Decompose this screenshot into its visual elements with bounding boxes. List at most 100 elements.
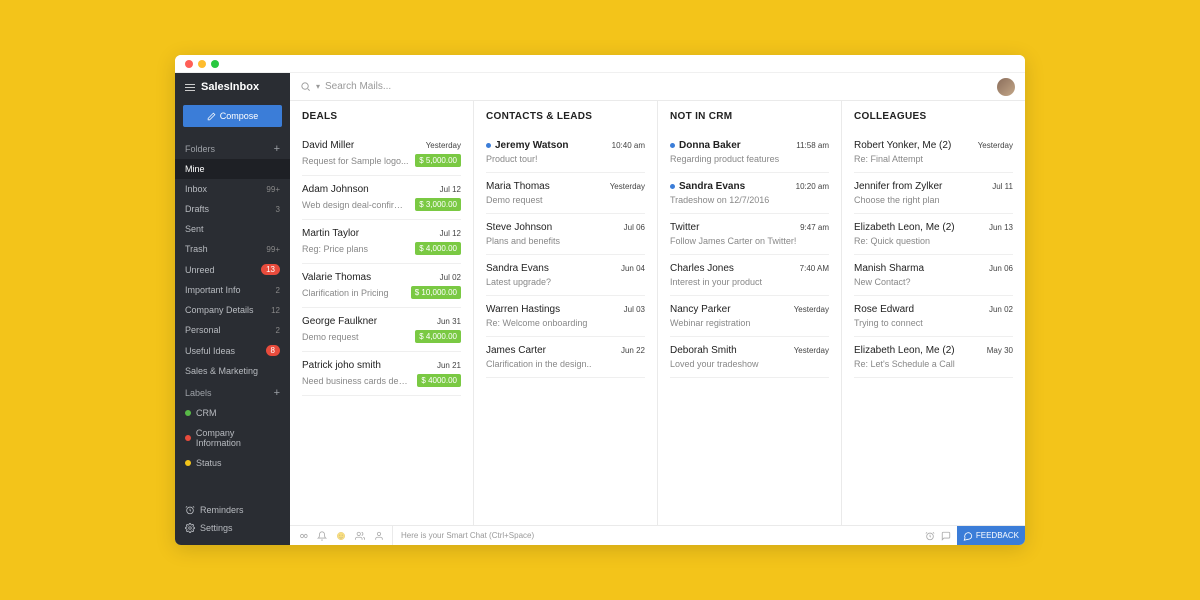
mail-card[interactable]: Nancy ParkerYesterdayWebinar registratio… [670, 296, 829, 337]
mail-time: Yesterday [978, 141, 1013, 150]
mail-card[interactable]: Valarie ThomasJul 02Clarification in Pri… [302, 264, 461, 308]
add-label-icon[interactable]: + [274, 387, 280, 399]
infinity-icon[interactable] [298, 531, 308, 541]
column-title: NOT IN CRM [670, 111, 829, 122]
mail-subject: Product tour! [486, 154, 538, 164]
smart-chat-hint[interactable]: Here is your Smart Chat (Ctrl+Space) [393, 531, 925, 540]
mail-card[interactable]: Elizabeth Leon, Me (2)May 30Re: Let's Sc… [854, 337, 1013, 378]
label-name: Company Information [196, 428, 280, 448]
window-titlebar [175, 55, 1025, 73]
user-avatar[interactable] [997, 78, 1015, 96]
mail-card[interactable]: Manish SharmaJun 06New Contact? [854, 255, 1013, 296]
mail-card[interactable]: Jennifer from ZylkerJul 11Choose the rig… [854, 173, 1013, 214]
unread-dot [486, 143, 491, 148]
add-folder-icon[interactable]: + [274, 143, 280, 155]
mail-card[interactable]: George FaulknerJun 31Demo request$ 4,000… [302, 308, 461, 352]
search-input[interactable]: ▾ Search Mails... [300, 81, 991, 92]
feedback-button[interactable]: FEEDBACK [957, 526, 1025, 546]
mail-card[interactable]: Patrick joho smithJun 21Need business ca… [302, 352, 461, 396]
mail-subject: Re: Quick question [854, 236, 930, 246]
mail-card[interactable]: Charles Jones7:40 AMInterest in your pro… [670, 255, 829, 296]
deal-price: $ 3,000.00 [415, 198, 461, 211]
mail-card[interactable]: Jeremy Watson10:40 amProduct tour! [486, 132, 645, 173]
folder-item[interactable]: Mine [175, 159, 290, 179]
mail-sender: James Carter [486, 345, 546, 356]
mail-time: May 30 [987, 346, 1013, 355]
label-item[interactable]: Status [175, 453, 290, 473]
person-icon[interactable] [374, 531, 384, 541]
folder-item[interactable]: Sales & Marketing [175, 361, 290, 381]
column-title: COLLEAGUES [854, 111, 1013, 122]
mail-subject: New Contact? [854, 277, 911, 287]
mail-subject: Regarding product features [670, 154, 779, 164]
mail-card[interactable]: Rose EdwardJun 02Trying to connect [854, 296, 1013, 337]
mail-subject: Request for Sample logo... [302, 156, 409, 166]
folder-item[interactable]: Trash99+ [175, 239, 290, 259]
mail-sender: David Miller [302, 140, 354, 151]
mail-card[interactable]: Sandra EvansJun 04Latest upgrade? [486, 255, 645, 296]
gear-icon [185, 523, 195, 533]
close-dot[interactable] [185, 60, 193, 68]
mail-sender: George Faulkner [302, 316, 377, 327]
mail-card[interactable]: David MillerYesterdayRequest for Sample … [302, 132, 461, 176]
app-window: SalesInbox Compose Folders + MineInbox99… [175, 55, 1025, 545]
mail-card[interactable]: Robert Yonker, Me (2)YesterdayRe: Final … [854, 132, 1013, 173]
folder-badge: 8 [266, 345, 280, 356]
mail-card[interactable]: Maria ThomasYesterdayDemo request [486, 173, 645, 214]
settings-label: Settings [200, 523, 233, 533]
mail-time: Yesterday [794, 346, 829, 355]
chat-icon[interactable] [941, 531, 951, 541]
sidebar-bottom: Reminders Settings [175, 493, 290, 545]
mail-card[interactable]: Elizabeth Leon, Me (2)Jun 13Re: Quick qu… [854, 214, 1013, 255]
people-icon[interactable] [355, 531, 365, 541]
mail-time: Jul 12 [440, 229, 461, 238]
mail-time: Jul 02 [440, 273, 461, 282]
mail-time: Jun 31 [437, 317, 461, 326]
maximize-dot[interactable] [211, 60, 219, 68]
folder-item[interactable]: Useful Ideas8 [175, 340, 290, 361]
folder-item[interactable]: Drafts3 [175, 199, 290, 219]
folder-item[interactable]: Personal2 [175, 320, 290, 340]
mail-time: Yesterday [794, 305, 829, 314]
mail-card[interactable]: Deborah SmithYesterdayLoved your tradesh… [670, 337, 829, 378]
settings-link[interactable]: Settings [185, 519, 280, 537]
mail-subject: Loved your tradeshow [670, 359, 759, 369]
mail-card[interactable]: Adam JohnsonJul 12Web design deal-confir… [302, 176, 461, 220]
reminders-link[interactable]: Reminders [185, 501, 280, 519]
folder-item[interactable]: Important Info2 [175, 280, 290, 300]
mail-subject: Reg: Price plans [302, 244, 368, 254]
mail-card[interactable]: Martin TaylorJul 12Reg: Price plans$ 4,0… [302, 220, 461, 264]
menu-icon[interactable] [185, 84, 195, 91]
label-item[interactable]: Company Information [175, 423, 290, 453]
label-list: CRM Company Information Status [175, 403, 290, 473]
compose-button[interactable]: Compose [183, 105, 282, 127]
folder-item[interactable]: Inbox99+ [175, 179, 290, 199]
mail-card[interactable]: Twitter9:47 amFollow James Carter on Twi… [670, 214, 829, 255]
minimize-dot[interactable] [198, 60, 206, 68]
mail-card[interactable]: Donna Baker11:58 amRegarding product fea… [670, 132, 829, 173]
feedback-icon [963, 531, 973, 541]
mail-card[interactable]: Steve JohnsonJul 06Plans and benefits [486, 214, 645, 255]
folder-name: Important Info [185, 285, 241, 295]
mail-subject: Demo request [302, 332, 359, 342]
mail-card[interactable]: James CarterJun 22Clarification in the d… [486, 337, 645, 378]
folder-item[interactable]: Company Details12 [175, 300, 290, 320]
folder-item[interactable]: Sent [175, 219, 290, 239]
mail-subject: Re: Welcome onboarding [486, 318, 587, 328]
mail-sender: Sandra Evans [486, 263, 549, 274]
main-area: ▾ Search Mails... DEALSDavid MillerYeste… [290, 73, 1025, 545]
deal-price: $ 5,000.00 [415, 154, 461, 167]
label-item[interactable]: CRM [175, 403, 290, 423]
mail-card[interactable]: Sandra Evans10:20 amTradeshow on 12/7/20… [670, 173, 829, 214]
emoji-icon[interactable] [336, 531, 346, 541]
bell-icon[interactable] [317, 531, 327, 541]
brand-name: SalesInbox [201, 81, 259, 93]
mail-sender: Robert Yonker, Me (2) [854, 140, 951, 151]
bottom-right: FEEDBACK [925, 526, 1025, 546]
folder-item[interactable]: Unreed13 [175, 259, 290, 280]
topbar: ▾ Search Mails... [290, 73, 1025, 101]
folder-name: Company Details [185, 305, 254, 315]
mail-card[interactable]: Warren HastingsJul 03Re: Welcome onboard… [486, 296, 645, 337]
mail-time: Jul 03 [624, 305, 645, 314]
alarm-icon[interactable] [925, 531, 935, 541]
